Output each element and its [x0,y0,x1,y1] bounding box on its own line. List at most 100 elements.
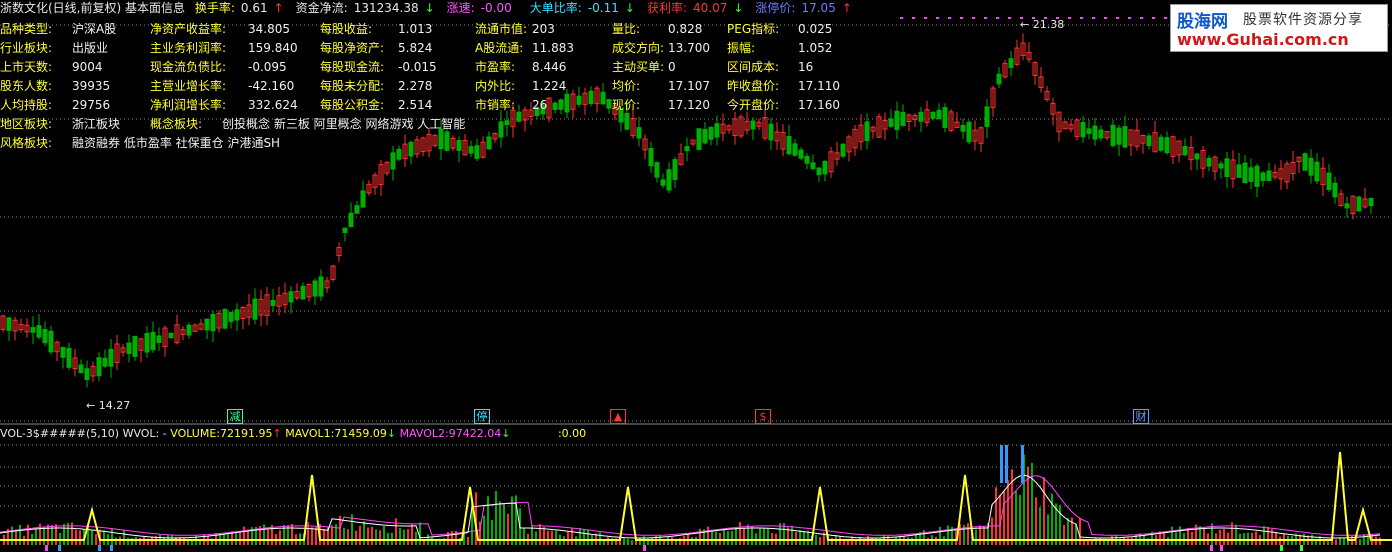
event-marker[interactable]: 财 [1133,409,1149,424]
candle-body [96,357,102,377]
volume-bar [539,524,541,545]
indicator-name[interactable]: VOL-3$#####(5,10) [0,427,119,440]
volume-bar [1019,494,1021,545]
candle-body [1260,172,1266,182]
event-marker[interactable]: 减 [227,409,243,424]
candle-body [210,313,216,332]
info-label: 净利润增长率: [150,98,227,112]
info-value: 34.805 [248,22,290,36]
event-marker[interactable]: 停 [474,409,490,424]
candle-body [930,111,936,119]
info-label: 均价: [612,79,641,93]
volume-bar [399,527,401,545]
volume-bar [555,530,557,545]
candle-body [30,327,36,333]
volume-bar [487,496,489,545]
volume-bar [1247,532,1249,545]
volume-bar [495,490,497,545]
highlight-bar [1005,445,1008,483]
candle-body [894,110,900,130]
info-value: 11.883 [532,41,574,55]
info-value: 159.840 [248,41,298,55]
volume-bar [291,523,293,545]
topbar-item-value: 131234.38 [353,1,419,15]
topbar-item: 获利率: 40.07 ↓ [647,1,749,15]
volume-bar [1175,532,1177,545]
volume-bar [1251,532,1253,545]
volume-bar [59,532,61,545]
volume-bar [707,526,709,545]
wvol-label: WVOL: - [122,427,167,440]
logo-url: www.Guhai.com.cn [1177,30,1349,49]
info-value: 1.013 [398,22,433,36]
volume-bar [103,530,105,545]
volume-bar [267,529,269,545]
volume-bar [1191,531,1193,545]
volume-bar [791,525,793,545]
candle-body [1008,58,1014,69]
topbar-item-value: 40.07 [693,1,728,15]
candle-body [1158,136,1164,151]
volume-bar [583,529,585,545]
candle-body [1242,162,1248,184]
volume-bar [95,534,97,545]
candle-body [1092,125,1098,140]
volume-bar [975,529,977,545]
mavol2-label: MAVOL2: [399,427,449,440]
candle-body [1110,124,1116,146]
volume-bar [347,529,349,545]
volume-bar [719,532,721,545]
info-value: 0 [668,60,676,74]
volume-bar [715,531,717,545]
candle-body [342,227,348,233]
volume-bar [1263,526,1265,545]
volume-bar [1035,497,1037,545]
info-label: 每股现金流: [320,60,385,74]
info-value: 13.700 [668,41,710,55]
volume-bar [27,524,29,545]
highlight-bar [1021,445,1024,483]
info-value: -0.095 [248,60,287,74]
volume-bar [1043,477,1045,545]
info-label: 每股收益: [320,22,373,36]
volume-bar [1219,529,1221,545]
info-label: 每股未分配: [320,79,385,93]
concept-label: 概念板块: [150,117,203,131]
event-marker[interactable]: ▲ [610,409,626,424]
candle-body [222,308,228,329]
volume-bar [391,532,393,545]
candle-body [360,190,366,208]
candle-body [102,357,108,367]
topbar-item: 涨停价: 17.05 ↑ [755,1,857,15]
candle-body [918,111,924,122]
candle-body [888,118,894,127]
info-value: -42.160 [248,79,295,93]
info-value: 0.828 [668,22,703,36]
volume-bar [551,530,553,545]
volume-bar [1031,462,1033,545]
candle-body [1356,196,1362,212]
candle-body [1308,157,1314,176]
candle-body [228,311,234,322]
volume-bar [691,537,693,545]
volume-bar [47,524,49,545]
event-marker[interactable]: $ [755,409,771,424]
style-label: 风格板块: [0,136,53,150]
candle-body [984,106,990,127]
volume-value: 72191.95 [220,427,273,440]
volume-bar [895,537,897,545]
fundamental-info-panel: 品种类型: 沪深A股 净资产收益率: 34.805 每股收益: 1.013 流通市值: 203… [0,20,840,160]
volume-bar [735,527,737,545]
low-price-label: ← 14.27 [86,399,131,412]
info-value: 16 [798,60,814,74]
volume-bar [1167,537,1169,545]
topbar-item-label: 资金净流: [295,1,348,15]
volume-bar [11,526,13,545]
high-price-label: ← 21.38 [1020,18,1065,31]
volume-bar [127,537,129,545]
volume-bar [91,530,93,545]
signal-line [0,451,1392,541]
candle-body [1206,157,1212,167]
volume-bar [371,526,373,545]
volume-bar [587,529,589,545]
